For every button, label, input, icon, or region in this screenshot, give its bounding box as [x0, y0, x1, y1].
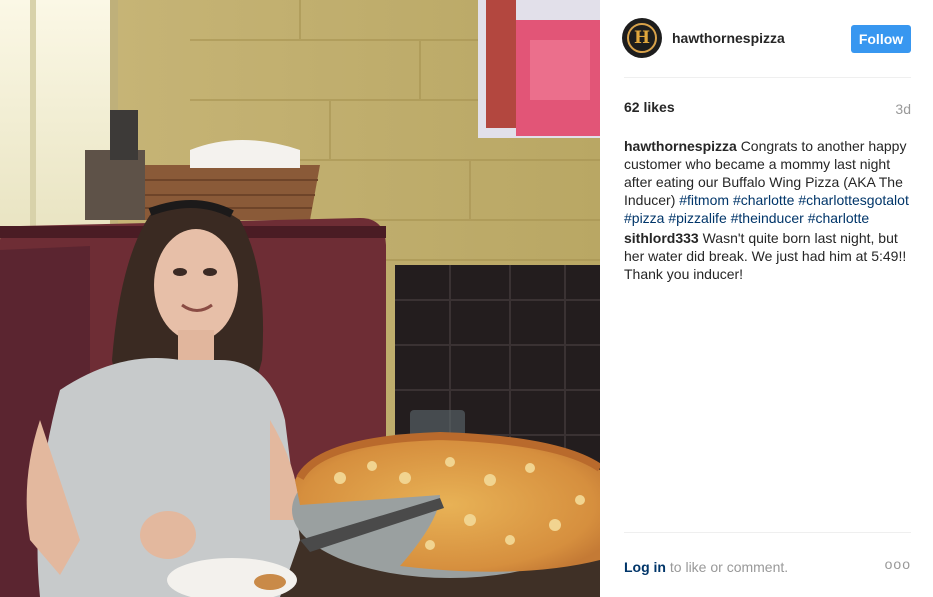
login-prompt-text: to like or comment.	[669, 559, 789, 575]
caption: hawthornespizza Congrats to another happ…	[624, 137, 914, 227]
caption-author[interactable]: hawthornespizza	[624, 138, 737, 154]
footer-divider	[624, 532, 911, 533]
avatar[interactable]: H	[622, 18, 662, 58]
username-link[interactable]: hawthornespizza	[672, 30, 785, 46]
likes-count[interactable]: 62 likes	[624, 99, 675, 115]
hashtag-link[interactable]: #charlottesgotalot	[798, 192, 909, 208]
post-photo-image	[0, 0, 600, 597]
post-photo[interactable]	[0, 0, 600, 597]
hashtag-link[interactable]: #charlotte	[733, 192, 794, 208]
avatar-letter: H	[633, 27, 651, 48]
post-header: H hawthornespizza Follow	[600, 0, 933, 78]
header-divider	[624, 77, 911, 78]
comments-list: hawthornespizza Congrats to another happ…	[624, 137, 914, 285]
follow-button[interactable]: Follow	[851, 25, 911, 53]
login-prompt: Log in to like or comment.	[624, 559, 788, 575]
hashtag-link[interactable]: #pizza	[624, 210, 664, 226]
avatar-logo-ring: H	[627, 23, 657, 53]
comment: sithlord333 Wasn't quite born last night…	[624, 229, 914, 283]
hashtag-link[interactable]: #theinducer	[731, 210, 804, 226]
hashtag-link[interactable]: #fitmom	[679, 192, 729, 208]
post-side-panel: H hawthornespizza Follow 62 likes 3d haw…	[600, 0, 933, 597]
login-link[interactable]: Log in	[624, 559, 666, 575]
hashtag-link[interactable]: #pizzalife	[668, 210, 726, 226]
post-timestamp[interactable]: 3d	[895, 101, 911, 117]
comment-author[interactable]: sithlord333	[624, 230, 699, 246]
hashtag-link[interactable]: #charlotte	[808, 210, 869, 226]
ellipsis-icon[interactable]: ooo	[885, 556, 911, 572]
